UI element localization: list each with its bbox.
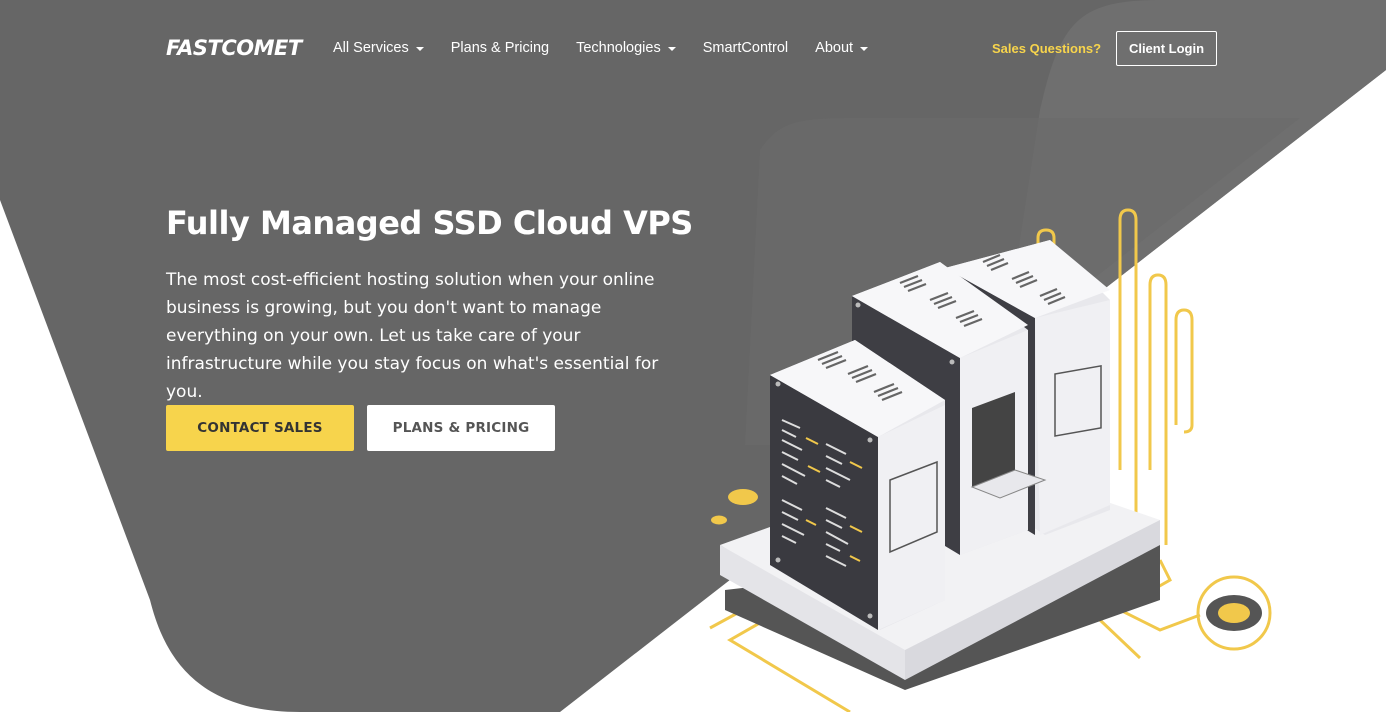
nav-all-services[interactable]: All Services	[333, 40, 424, 56]
hero-title: Fully Managed SSD Cloud VPS	[166, 204, 693, 242]
server-rack-illustration	[709, 208, 1272, 712]
site-header: FASTCOMET All Services Plans & Pricing T…	[0, 0, 1386, 100]
main-nav: All Services Plans & Pricing Technologie…	[333, 40, 895, 56]
fastcomet-logo[interactable]: FASTCOMET	[166, 36, 302, 60]
nav-smartcontrol-label: SmartControl	[702, 40, 789, 56]
nav-smartcontrol[interactable]: SmartControl	[703, 40, 788, 56]
nav-technologies[interactable]: Technologies	[576, 40, 676, 56]
contact-sales-button[interactable]: CONTACT SALES	[166, 405, 354, 451]
nav-all-services-label: All Services	[333, 40, 409, 56]
hero-description: The most cost-efficient hosting solution…	[166, 270, 659, 402]
client-login-button[interactable]: Client Login	[1116, 31, 1217, 66]
chevron-down-icon	[860, 47, 869, 51]
nav-about[interactable]: About	[815, 40, 869, 56]
plans-pricing-button[interactable]: PLANS & PRICING	[367, 405, 555, 451]
chevron-down-icon	[415, 47, 424, 51]
nav-plans-pricing[interactable]: Plans & Pricing	[451, 40, 549, 56]
chevron-down-icon	[667, 47, 676, 51]
nav-technologies-label: Technologies	[576, 40, 661, 56]
sales-questions-link[interactable]: Sales Questions?	[992, 41, 1101, 56]
nav-about-label: About	[815, 40, 854, 56]
nav-plans-pricing-label: Plans & Pricing	[450, 40, 550, 56]
